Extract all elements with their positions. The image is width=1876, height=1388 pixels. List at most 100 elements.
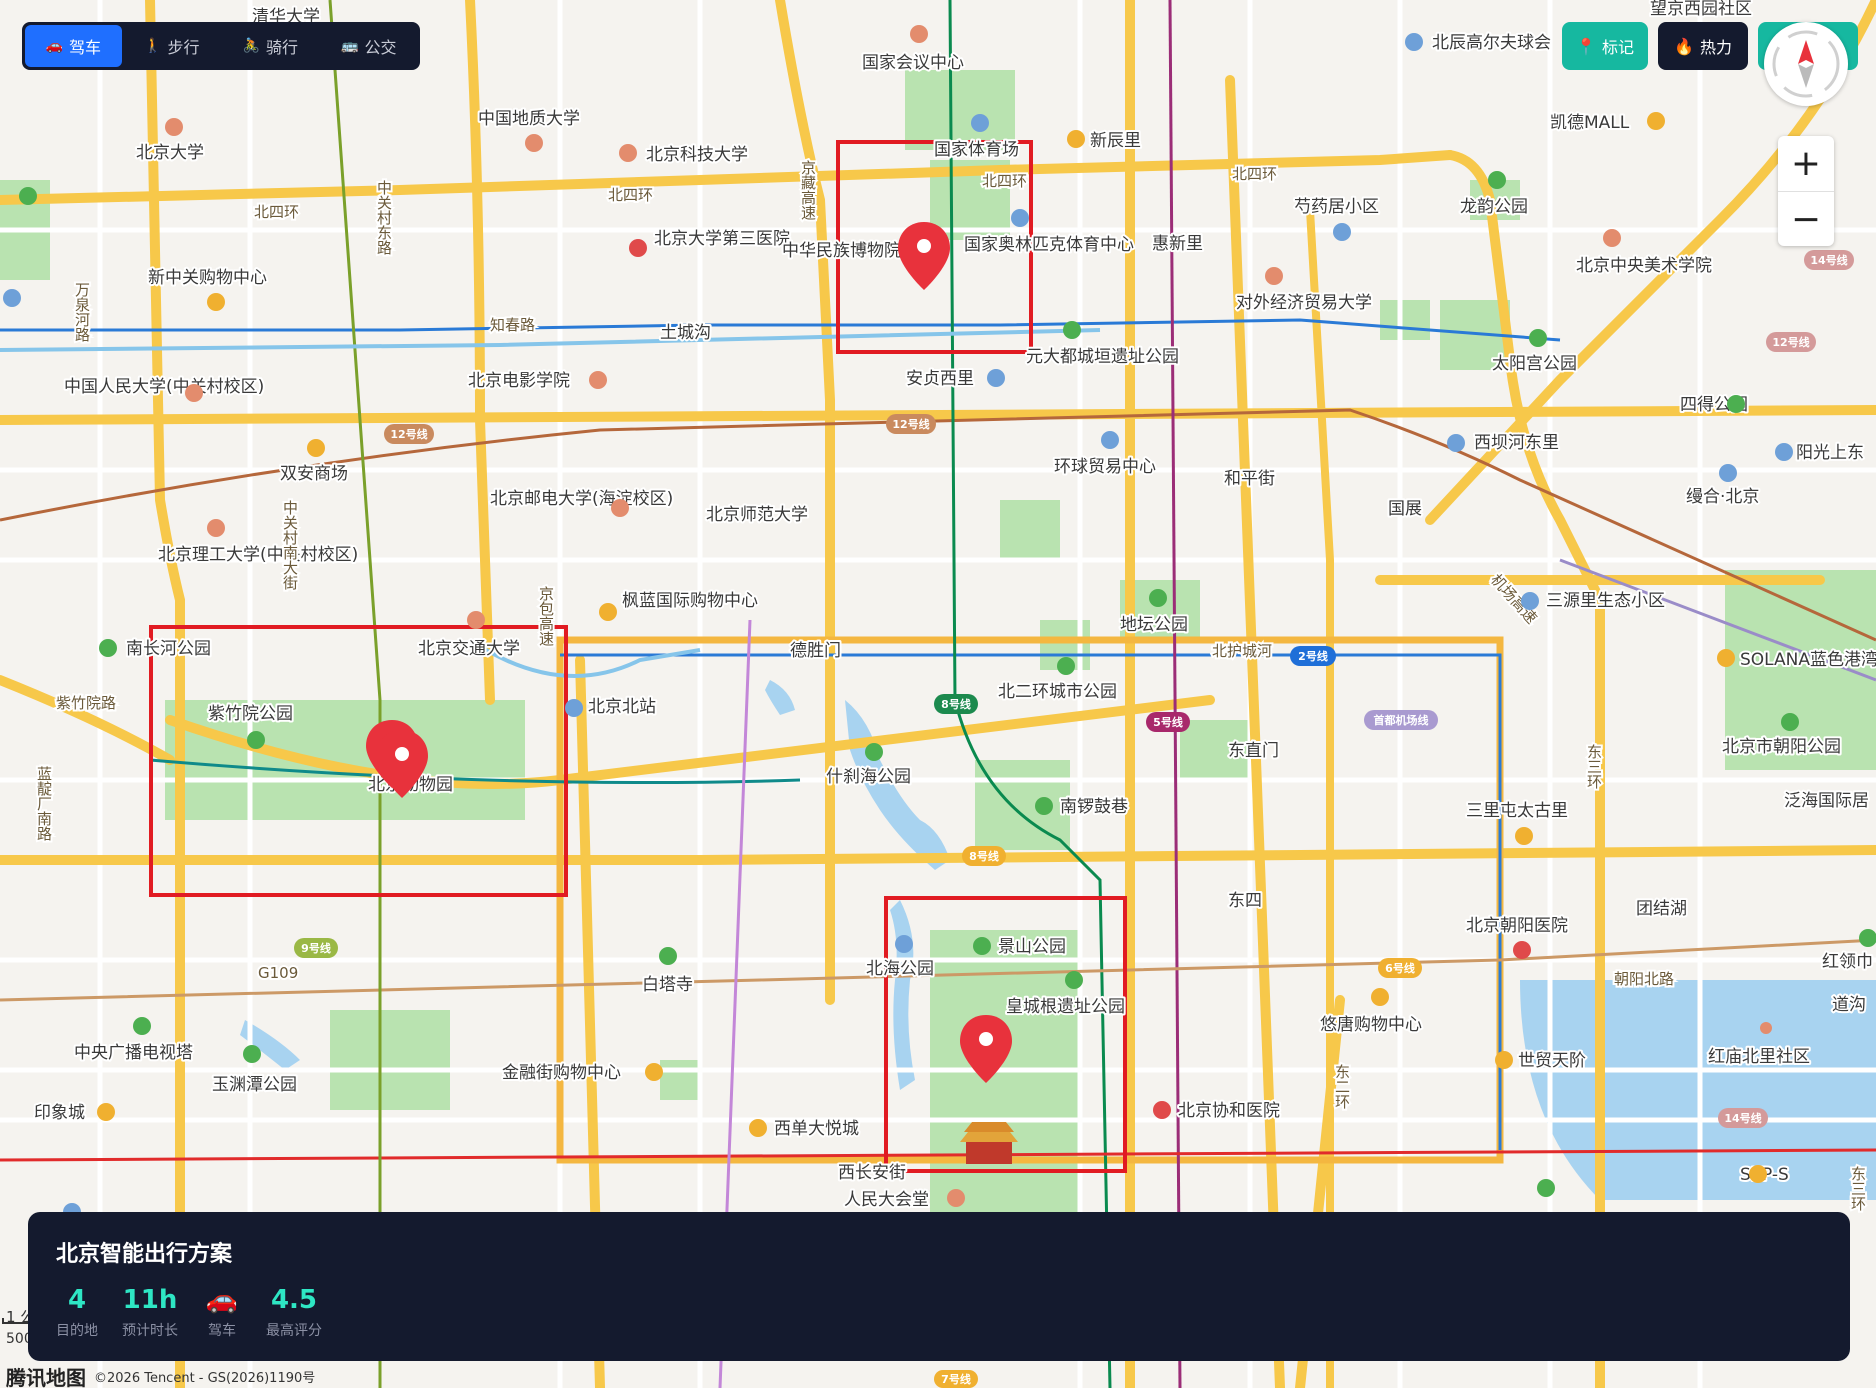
poi-icon xyxy=(1488,171,1506,189)
poi-icon xyxy=(619,144,637,162)
svg-text:8号线: 8号线 xyxy=(969,849,999,863)
poi-icon xyxy=(645,1063,663,1081)
badge-l14a: 14号线 xyxy=(1804,250,1854,270)
label-jinrongjie: 金融街购物中心 xyxy=(502,1063,621,1083)
label-chaoyang-hosp: 北京朝阳医院 xyxy=(1466,916,1568,936)
poi-icon xyxy=(1149,589,1167,607)
zoom-out-button[interactable]: − xyxy=(1778,191,1834,246)
label-yuyuantan: 玉渊潭公园 xyxy=(212,1075,297,1095)
label-daolu: 道沟 xyxy=(1832,995,1866,1015)
poi-icon xyxy=(133,1017,151,1035)
poi-icon xyxy=(1603,229,1621,247)
stat-destinations: 4 目的地 xyxy=(56,1284,98,1340)
label-chaoyang-park: 北京市朝阳公园 xyxy=(1722,737,1841,757)
label-honglingbei: 红庙北里社区 xyxy=(1708,1047,1810,1067)
poi-icon xyxy=(1371,988,1389,1006)
label-yuandadu: 元大都城垣遗址公园 xyxy=(1026,347,1179,367)
label-hongling: 红领巾 xyxy=(1822,952,1873,972)
label-hepingjie: 和平街 xyxy=(1224,469,1275,489)
poi-icon xyxy=(611,499,629,517)
label-yangguang: 阳光上东 xyxy=(1796,443,1864,463)
label-huangcheng: 皇城根遗址公园 xyxy=(1006,997,1125,1017)
label-pumch: 北京协和医院 xyxy=(1178,1101,1280,1121)
poi-icon xyxy=(207,293,225,311)
poi-icon xyxy=(971,114,989,132)
poi-icon xyxy=(467,611,485,629)
poi-icon xyxy=(599,603,617,621)
label-global-trade: 环球贸易中心 xyxy=(1054,457,1156,477)
label-bupt: 北京邮电大学(海淀校区) xyxy=(490,489,673,509)
label-national-stadium: 国家体育场 xyxy=(934,140,1019,160)
fire-icon: 🔥 xyxy=(1674,36,1694,56)
label-xidan: 西单大悦城 xyxy=(774,1119,859,1139)
poi-icon xyxy=(1749,1165,1767,1183)
label-olympic-center: 国家奥林匹克体育中心 xyxy=(964,235,1134,255)
label-taiyanggong: 太阳宫公园 xyxy=(1492,354,1577,374)
label-east-3rd-ring: 东三环 xyxy=(1585,744,1603,789)
zoom-in-button[interactable]: + xyxy=(1778,136,1834,191)
poi-icon xyxy=(1101,431,1119,449)
poi-icon xyxy=(973,937,991,955)
poi-icon xyxy=(1057,657,1075,675)
label-tuanjiehu: 团结湖 xyxy=(1636,899,1687,919)
label-uibe: 对外经济贸易大学 xyxy=(1236,293,1372,313)
badge-l6: 6号线 xyxy=(1378,958,1422,978)
label-chaoyangbei: 朝阳北路 xyxy=(1614,970,1674,988)
tab-label: 骑行 xyxy=(265,38,298,57)
label-shichahai: 什刹海公园 xyxy=(826,767,911,787)
walk-icon: 🚶 xyxy=(144,38,162,54)
zoom-control: + − xyxy=(1778,136,1834,246)
label-east-3rd-ring-2: 东三环 xyxy=(1849,1166,1867,1211)
badge-l12c: 12号线 xyxy=(1766,332,1816,352)
label-nanluoguxiang: 南锣鼓巷 xyxy=(1060,797,1128,817)
poi-icon xyxy=(1011,209,1029,227)
badge-l8b: 8号线 xyxy=(962,846,1006,866)
poi-icon xyxy=(1521,592,1539,610)
plan-title: 北京智能出行方案 xyxy=(56,1242,233,1267)
label-bit: 北京理工大学(中关村校区) xyxy=(158,545,358,565)
label-cug: 中国地质大学 xyxy=(478,109,580,129)
label-wanquanhe: 万泉河路 xyxy=(73,282,91,342)
label-jingshan: 景山公园 xyxy=(998,937,1066,957)
label-shaoyaoju: 芍药居小区 xyxy=(1294,197,1379,217)
stat-label: 最高评分 xyxy=(266,1323,322,1339)
tab-drive[interactable]: 🚗 驾车 xyxy=(25,25,122,67)
label-wangjing-west: 望京西园社区 xyxy=(1650,0,1752,19)
stat-label: 目的地 xyxy=(56,1323,98,1339)
stat-value: 4 xyxy=(67,1285,87,1315)
mark-button[interactable]: 📍 标记 xyxy=(1562,22,1648,70)
stat-value: 4.5 xyxy=(270,1285,318,1315)
label-bnu: 北京师范大学 xyxy=(706,505,808,525)
label-ditan: 地坛公园 xyxy=(1120,615,1188,635)
label-ruc: 中国人民大学(中关村校区) xyxy=(64,377,264,397)
label-deshengmen: 德胜门 xyxy=(790,641,841,661)
tab-label: 步行 xyxy=(167,38,200,57)
tab-walk[interactable]: 🚶 步行 xyxy=(124,25,221,67)
svg-text:8号线: 8号线 xyxy=(941,697,971,711)
label-ethnic-museum: 中华民族博物院 xyxy=(782,241,901,261)
label-guozhan: 国展 xyxy=(1388,499,1422,519)
compass-control[interactable] xyxy=(1764,22,1848,106)
label-bfa: 北京电影学院 xyxy=(468,371,570,391)
svg-text:2号线: 2号线 xyxy=(1298,649,1328,663)
poi-icon xyxy=(1727,395,1745,413)
poi-icon xyxy=(243,1045,261,1063)
label-fanhai: 泛海国际居 xyxy=(1784,791,1869,811)
label-zgc-south: 中关村南大街 xyxy=(281,500,299,590)
label-north-2nd-ring-park: 北二环城市公园 xyxy=(998,682,1117,702)
poi-icon xyxy=(525,134,543,152)
label-dongsi: 东四 xyxy=(1228,891,1262,911)
poi-icon xyxy=(1265,267,1283,285)
stat-label: 预计时长 xyxy=(122,1323,178,1339)
label-zhichun: 知春路 xyxy=(490,316,535,334)
label-sanyuanli: 三源里生态小区 xyxy=(1546,591,1665,611)
poi-icon xyxy=(1529,329,1547,347)
label-beijing-north-stn: 北京北站 xyxy=(588,697,656,717)
tab-bus[interactable]: 🚌 公交 xyxy=(321,25,418,67)
map-canvas[interactable]: 清华大学 中国地质大学 北京大学 北京科技大学 国家会议中心 国家体育场 新辰里… xyxy=(0,0,1876,1388)
poi-icon xyxy=(1781,713,1799,731)
svg-text:12号线: 12号线 xyxy=(892,417,929,431)
svg-text:5号线: 5号线 xyxy=(1153,715,1183,729)
heatmap-button[interactable]: 🔥 热力 xyxy=(1658,22,1748,70)
tab-bike[interactable]: 🚴 骑行 xyxy=(222,25,319,67)
